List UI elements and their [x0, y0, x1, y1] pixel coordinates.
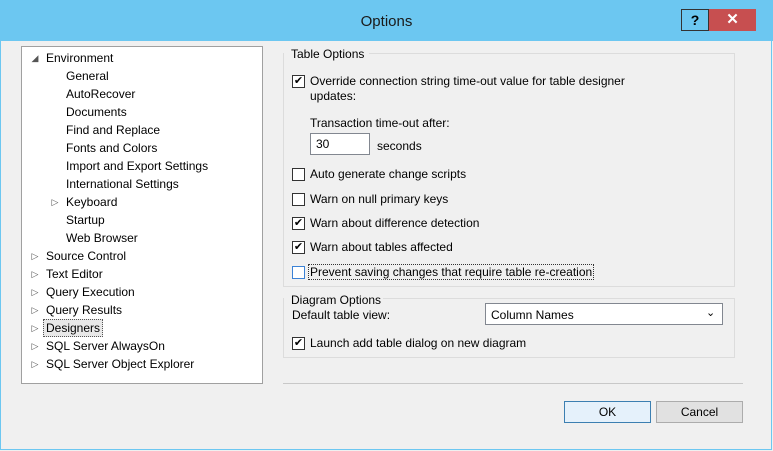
- expand-arrow-icon[interactable]: ▷: [30, 356, 40, 372]
- help-icon: ?: [690, 12, 700, 28]
- expand-arrow-icon[interactable]: ▷: [30, 266, 40, 282]
- timeout-unit: seconds: [377, 139, 422, 153]
- checkbox-box[interactable]: ✔: [292, 337, 305, 350]
- warn-tables-label: Warn about tables affected: [310, 240, 453, 254]
- warn-difference-label: Warn about difference detection: [310, 216, 480, 230]
- tree-item-label: Fonts and Colors: [66, 141, 158, 155]
- tree-item-label: Environment: [46, 51, 114, 65]
- tree-item-label: Query Execution: [46, 285, 135, 299]
- warn-null-label: Warn on null primary keys: [310, 192, 449, 206]
- tree-item-label: Query Results: [46, 303, 123, 317]
- checkbox-box[interactable]: [292, 168, 305, 181]
- launch-add-table-label: Launch add table dialog on new diagram: [310, 336, 527, 350]
- options-tree[interactable]: ◢ Environment General AutoRecover Docume…: [21, 46, 263, 384]
- expand-arrow-icon[interactable]: ▷: [30, 248, 40, 264]
- checkbox-box[interactable]: ✔: [292, 241, 305, 254]
- tree-item-label: SQL Server AlwaysOn: [46, 339, 165, 353]
- cancel-button[interactable]: Cancel: [656, 401, 743, 423]
- tree-item-label: Find and Replace: [66, 123, 161, 137]
- tree-item-label: SQL Server Object Explorer: [46, 357, 195, 371]
- prevent-saving-label: Prevent saving changes that require tabl…: [308, 264, 595, 280]
- expand-arrow-icon[interactable]: ▷: [30, 320, 40, 336]
- tree-item-label: AutoRecover: [66, 87, 136, 101]
- table-options-title: Table Options: [290, 47, 366, 61]
- tree-item-label: Startup: [66, 213, 105, 227]
- timeout-input[interactable]: [310, 133, 370, 155]
- expand-arrow-icon[interactable]: ▷: [30, 338, 40, 354]
- chevron-down-icon[interactable]: ⌄: [706, 306, 715, 319]
- tree-item-label: Documents: [66, 105, 127, 119]
- checkbox-box[interactable]: [292, 266, 305, 279]
- expand-arrow-icon[interactable]: ▷: [50, 194, 60, 210]
- tree-item-label: International Settings: [66, 177, 179, 191]
- tree-item-label: Web Browser: [66, 231, 138, 245]
- close-icon: ✕: [726, 11, 739, 28]
- auto-generate-label: Auto generate change scripts: [310, 167, 467, 181]
- checkbox-box[interactable]: [292, 193, 305, 206]
- tree-item-label: General: [66, 69, 109, 83]
- tree-item-label: Text Editor: [46, 267, 103, 281]
- ok-button[interactable]: OK: [564, 401, 651, 423]
- default-view-label: Default table view:: [292, 308, 391, 322]
- tree-item-label: Import and Export Settings: [66, 159, 209, 173]
- group-border: [369, 53, 735, 54]
- diagram-options-title: Diagram Options: [290, 293, 383, 307]
- collapse-arrow-icon[interactable]: ◢: [30, 50, 40, 66]
- checkbox-box[interactable]: ✔: [292, 75, 305, 88]
- close-button[interactable]: ✕: [709, 9, 756, 31]
- override-timeout-label-2: updates:: [310, 89, 357, 103]
- timeout-label: Transaction time-out after:: [310, 116, 450, 130]
- group-border: [383, 298, 735, 299]
- checkbox-box[interactable]: ✔: [292, 217, 305, 230]
- default-view-select[interactable]: Column Names ⌄: [485, 303, 723, 325]
- tree-item-label: Keyboard: [66, 195, 118, 209]
- tree-item-label: Source Control: [46, 249, 127, 263]
- expand-arrow-icon[interactable]: ▷: [30, 284, 40, 300]
- tree-item-label: Designers: [43, 319, 104, 337]
- default-view-value: Column Names: [491, 308, 574, 322]
- override-timeout-label: Override connection string time-out valu…: [310, 74, 625, 88]
- window-title: Options: [360, 13, 413, 30]
- expand-arrow-icon[interactable]: ▷: [30, 302, 40, 318]
- separator: [283, 383, 743, 384]
- help-button[interactable]: ?: [681, 9, 709, 31]
